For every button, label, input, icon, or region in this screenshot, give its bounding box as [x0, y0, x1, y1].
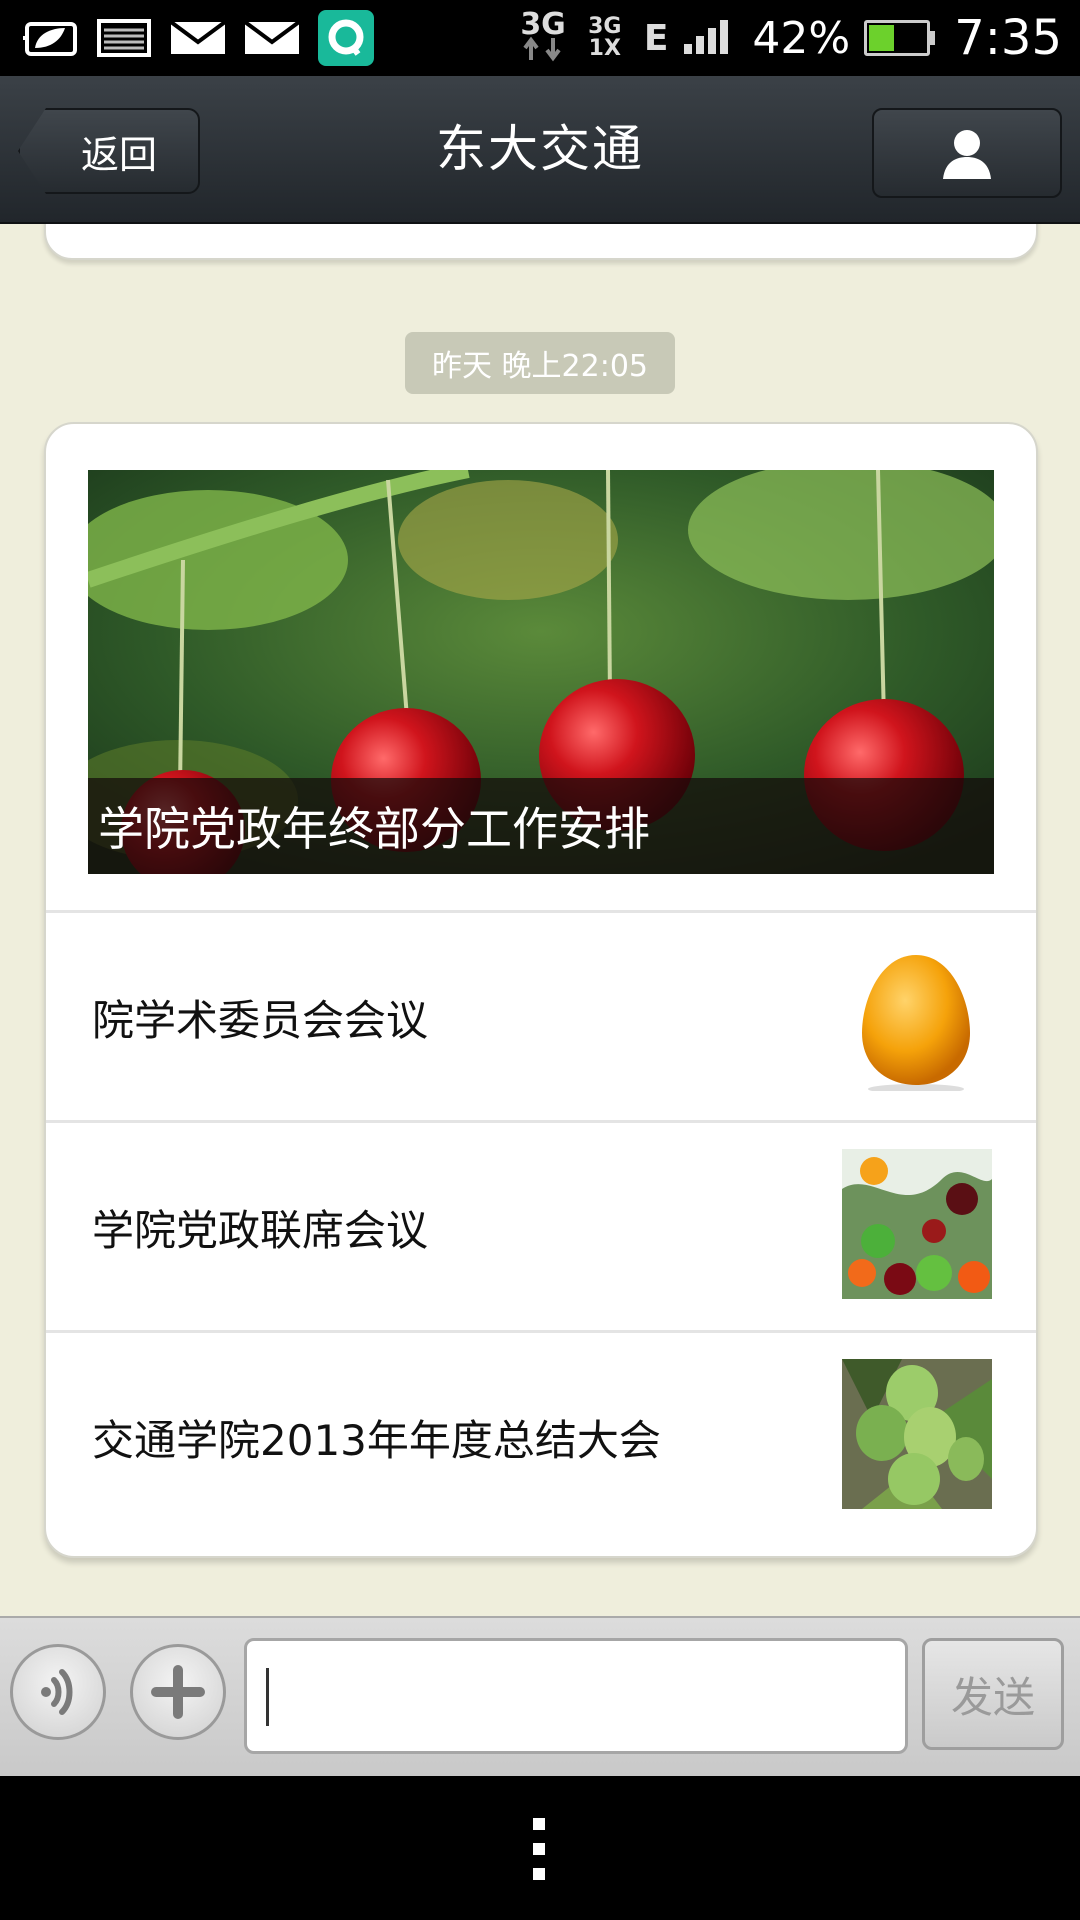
article-title: 院学术委员会会议 — [92, 995, 429, 1045]
signal-1x-icon: 3G 1X — [588, 14, 622, 61]
title-bar: 东大交通 返回 — [0, 76, 1080, 226]
article-list-item[interactable]: 交通学院2013年年度总结大会 — [46, 1330, 1036, 1541]
article-title: 交通学院2013年年度总结大会 — [92, 1415, 661, 1465]
article-card: 学院党政年终部分工作安排 院学术委员会会议 学院党政联席会议 交通学院2013年… — [44, 422, 1038, 1558]
article-list-item[interactable]: 学院党政联席会议 — [46, 1120, 1036, 1331]
mail-icon — [168, 16, 228, 60]
cover-title: 学院党政年终部分工作安排 — [88, 778, 994, 874]
person-icon — [943, 130, 991, 179]
chat-area[interactable]: 昨天 晚上22:05 学院党政年终部分工作安排 院学术委员会会议 学院党政联席会… — [0, 224, 1080, 1616]
orange-thumbnail — [842, 941, 992, 1091]
figs-thumbnail — [842, 1359, 992, 1509]
mail-icon — [242, 16, 302, 60]
plus-icon — [151, 1665, 205, 1719]
back-button[interactable]: 返回 — [18, 108, 200, 194]
article-title: 学院党政联席会议 — [92, 1205, 429, 1255]
cover-article[interactable]: 学院党政年终部分工作安排 — [88, 470, 994, 874]
menu-icon[interactable] — [533, 1818, 547, 1882]
network-edge-label: E — [643, 17, 669, 59]
status-bar: 3G 3G 1X E 42% 7:35 — [0, 0, 1080, 76]
app-q-icon — [316, 10, 376, 66]
mixed-fruit-thumbnail — [842, 1149, 992, 1299]
text-caret — [266, 1668, 269, 1726]
data-arrows-icon: 3G — [520, 10, 566, 62]
navigation-bar — [0, 1776, 1080, 1920]
battery-percent: 42% — [752, 12, 851, 64]
send-button[interactable]: 发送 — [922, 1638, 1064, 1750]
battery-icon — [864, 20, 936, 56]
plus-button[interactable] — [130, 1644, 226, 1740]
voice-icon — [41, 1669, 73, 1715]
message-timestamp: 昨天 晚上22:05 — [405, 332, 675, 394]
clock: 7:35 — [954, 10, 1062, 66]
image-icon — [94, 16, 154, 60]
previous-message-card[interactable] — [44, 224, 1038, 260]
article-list-item[interactable]: 院学术委员会会议 — [46, 910, 1036, 1121]
message-input[interactable] — [244, 1638, 908, 1754]
profile-button[interactable] — [872, 108, 1062, 198]
voice-button[interactable] — [10, 1644, 106, 1740]
leaf-icon — [20, 16, 80, 60]
input-bar: 发送 — [0, 1616, 1080, 1776]
signal-icon — [682, 16, 738, 60]
